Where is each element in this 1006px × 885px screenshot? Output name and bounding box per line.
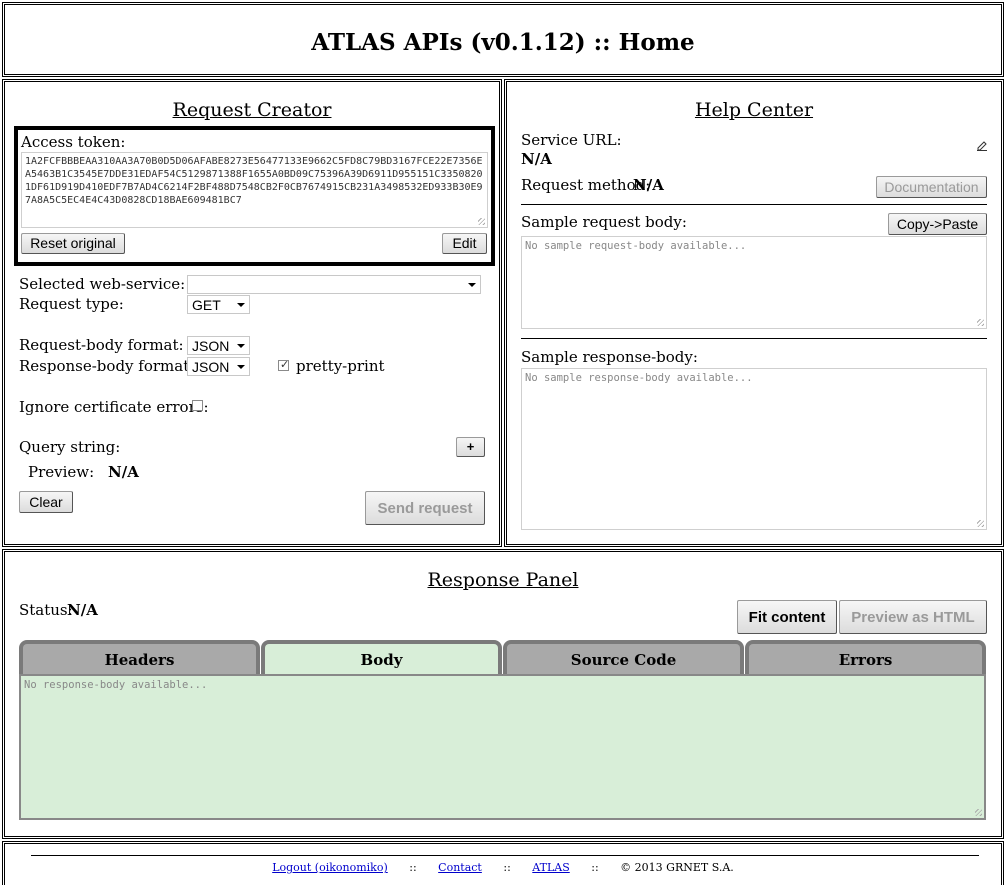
logout-link[interactable]: Logout (oikonomiko): [272, 861, 388, 874]
request-method-label: Request method:: [521, 176, 651, 194]
checkmark-icon: ✓: [280, 358, 290, 371]
reset-original-button[interactable]: Reset original: [21, 233, 125, 254]
pretty-print-checkbox[interactable]: ✓: [278, 358, 290, 371]
query-string-label: Query string:: [19, 438, 121, 456]
request-creator-title: Request Creator: [172, 99, 332, 121]
request-body-format-select[interactable]: JSON: [187, 336, 250, 355]
request-body-format-value: JSON: [192, 338, 230, 354]
request-method-value: N/A: [633, 176, 664, 194]
service-url-label: Service URL:: [521, 131, 622, 149]
preview-label: Preview:: [28, 463, 95, 481]
copyright-text: © 2013 GRNET S.A.: [620, 861, 734, 874]
sample-response-body[interactable]: No sample response-body available...: [521, 368, 987, 530]
ignore-cert-checkbox[interactable]: [192, 400, 203, 411]
request-creator-panel: Request Creator Access token: 1A2FCFBBBE…: [2, 79, 502, 547]
edit-pencil-icon[interactable]: [977, 136, 987, 151]
sample-request-body[interactable]: No sample request-body available...: [521, 236, 987, 329]
chevron-down-icon: [237, 344, 245, 348]
tab-errors[interactable]: Errors: [745, 640, 986, 674]
request-body-format-label: Request-body format:: [19, 336, 184, 354]
preview-value: N/A: [108, 463, 139, 481]
sample-response-label: Sample response-body:: [521, 348, 698, 366]
tab-body[interactable]: Body: [261, 640, 502, 674]
footer-separator: ::: [503, 861, 511, 874]
chevron-down-icon: [468, 283, 476, 287]
footer: Logout (oikonomiko) :: Contact :: ATLAS …: [2, 841, 1004, 885]
tab-body-label: Body: [360, 651, 403, 669]
access-token-box: Access token: 1A2FCFBBBEAA310AA3A70B0D5D…: [14, 126, 495, 266]
resize-grip-icon[interactable]: [977, 520, 984, 527]
request-type-label: Request type:: [19, 295, 124, 313]
chevron-down-icon: [237, 365, 245, 369]
documentation-button[interactable]: Documentation: [876, 176, 987, 198]
service-url-value: N/A: [521, 150, 552, 168]
divider: [521, 338, 987, 339]
footer-divider: [31, 855, 979, 856]
tab-source-code-label: Source Code: [570, 651, 677, 669]
edit-button[interactable]: Edit: [442, 233, 487, 254]
access-token-value: 1A2FCFBBBEAA310AA3A70B0D5D06AFABE8273E56…: [25, 156, 483, 206]
help-center-panel: Help Center Service URL: N/A Request met…: [504, 79, 1004, 547]
help-center-title: Help Center: [694, 99, 814, 121]
response-body-format-value: JSON: [192, 359, 230, 375]
response-panel-title: Response Panel: [427, 569, 579, 591]
status-value: N/A: [67, 601, 98, 619]
tab-errors-label: Errors: [838, 651, 893, 669]
sample-response-placeholder: No sample response-body available...: [525, 372, 753, 384]
access-token-label: Access token:: [21, 133, 126, 151]
tab-headers-label: Headers: [104, 651, 175, 669]
preview-as-html-button[interactable]: Preview as HTML: [839, 600, 987, 634]
copy-paste-button[interactable]: Copy->Paste: [888, 213, 987, 235]
response-body-placeholder: No response-body available...: [24, 679, 208, 691]
footer-separator: ::: [591, 861, 599, 874]
tab-source-code[interactable]: Source Code: [503, 640, 744, 674]
status-label: Status:: [19, 601, 73, 619]
sample-request-label: Sample request body:: [521, 213, 687, 231]
add-query-param-button[interactable]: +: [456, 437, 485, 457]
header-box: ATLAS APIs (v0.1.12) :: Home: [2, 2, 1004, 77]
footer-links: Logout (oikonomiko) :: Contact :: ATLAS …: [5, 861, 1001, 874]
resize-grip-icon[interactable]: [977, 319, 984, 326]
page-title: ATLAS APIs (v0.1.12) :: Home: [311, 29, 695, 56]
send-request-button[interactable]: Send request: [365, 491, 485, 525]
ignore-cert-label: Ignore certificate errors:: [19, 398, 209, 416]
resize-grip-icon[interactable]: [478, 218, 485, 225]
response-body-format-label: Response-body format:: [19, 357, 195, 375]
selected-service-label: Selected web-service:: [19, 275, 186, 293]
tab-headers[interactable]: Headers: [19, 640, 260, 674]
footer-separator: ::: [409, 861, 417, 874]
access-token-field[interactable]: 1A2FCFBBBEAA310AA3A70B0D5D06AFABE8273E56…: [21, 152, 488, 228]
chevron-down-icon: [237, 303, 245, 307]
contact-link[interactable]: Contact: [438, 861, 482, 874]
web-service-select[interactable]: [187, 275, 481, 294]
clear-button[interactable]: Clear: [19, 491, 73, 513]
divider: [521, 204, 987, 205]
request-type-select[interactable]: GET: [187, 295, 250, 314]
response-body-format-select[interactable]: JSON: [187, 357, 250, 376]
atlas-link[interactable]: ATLAS: [532, 861, 569, 874]
pretty-print-label: pretty-print: [296, 357, 385, 375]
response-body-area[interactable]: No response-body available...: [19, 674, 986, 820]
resize-grip-icon[interactable]: [975, 809, 982, 816]
sample-request-placeholder: No sample request-body available...: [525, 240, 747, 252]
fit-content-button[interactable]: Fit content: [737, 600, 837, 634]
request-type-value: GET: [192, 297, 221, 313]
